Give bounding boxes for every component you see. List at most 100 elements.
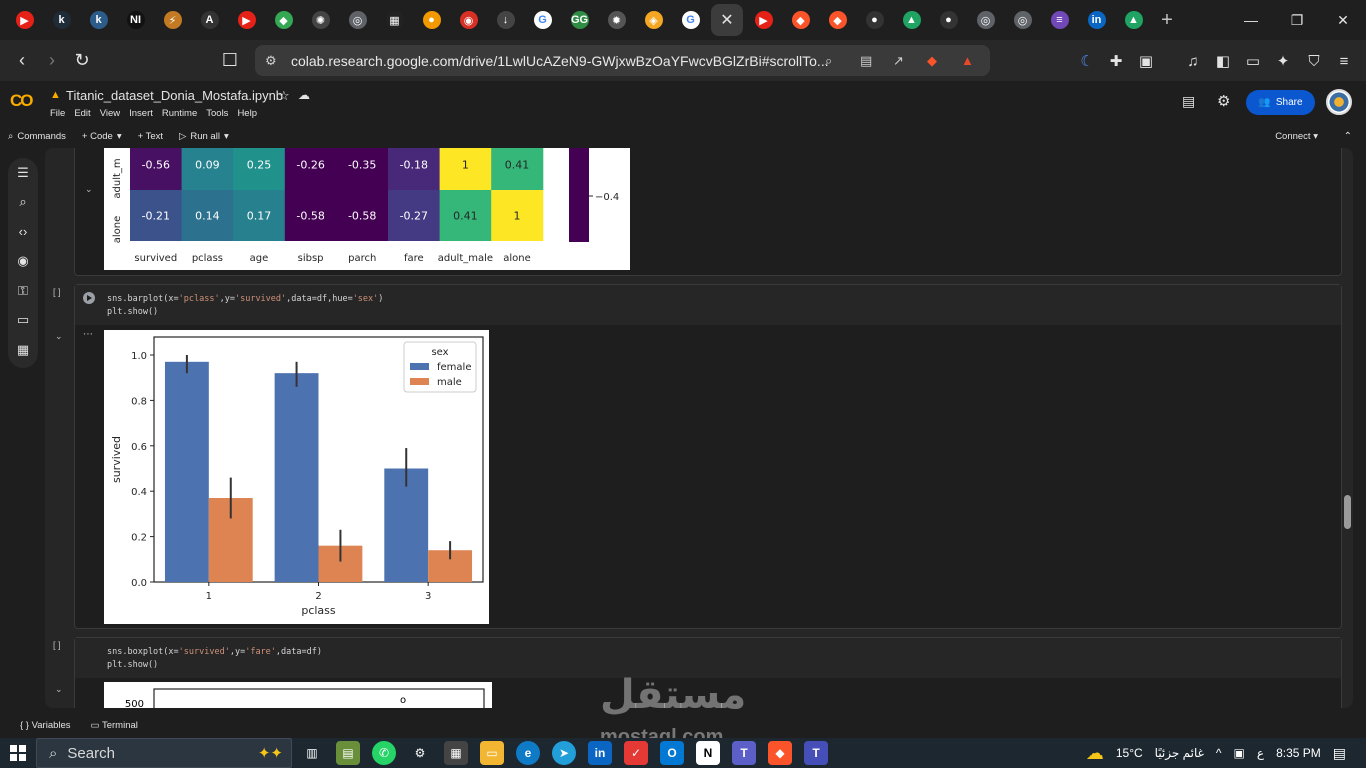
browser-tab[interactable]: k	[43, 4, 80, 36]
restore-button[interactable]: ❐	[1274, 0, 1320, 40]
code-snippets-icon[interactable]: ‹›	[8, 217, 38, 247]
browser-tab[interactable]: k	[80, 4, 117, 36]
sidebar-toggle-icon[interactable]: ◧	[1212, 50, 1234, 72]
browser-tab[interactable]: ✺	[302, 4, 339, 36]
browser-tab[interactable]: NI	[117, 4, 154, 36]
toc-icon[interactable]: ☰	[8, 158, 38, 188]
forward-icon[interactable]: ›	[37, 46, 67, 76]
star-icon[interactable]: ☆	[278, 88, 290, 104]
secrets-eye-icon[interactable]: ◉	[8, 247, 38, 277]
screenshot-icon[interactable]: ▣	[1135, 50, 1157, 72]
browser-tab[interactable]: ◎	[339, 4, 376, 36]
collapse-output-icon[interactable]: ⌄	[85, 184, 93, 195]
language-indicator[interactable]: ع	[1257, 746, 1264, 760]
colab-logo[interactable]: CO	[10, 91, 38, 111]
back-icon[interactable]: ‹	[7, 46, 37, 76]
reader-icon[interactable]: ▤	[860, 53, 872, 69]
avatar[interactable]	[1326, 89, 1352, 115]
telegram-icon[interactable]: ➤	[552, 741, 576, 765]
run-all-button[interactable]: ▷ Run all ▾	[179, 131, 229, 142]
variables-table-icon[interactable]: ▦	[8, 335, 38, 365]
output-actions-icon[interactable]: ⋯	[83, 329, 93, 340]
browser-tab[interactable]: ▦	[376, 4, 413, 36]
collapse-toolbar-icon[interactable]: ⌃	[1344, 131, 1352, 142]
brave-shield-icon[interactable]: ◆	[927, 53, 937, 69]
chevron-down-icon[interactable]: ▾	[117, 131, 122, 142]
notion-icon[interactable]: N	[696, 741, 720, 765]
commands-button[interactable]: ⌕ Commands	[8, 131, 66, 142]
address-bar[interactable]: ⚙ colab.research.google.com/drive/1LwlUc…	[255, 45, 990, 76]
files-folder-icon[interactable]: ▭	[8, 306, 38, 336]
teams-icon[interactable]: T	[732, 741, 756, 765]
chevron-down-icon[interactable]: ▾	[224, 131, 229, 142]
variables-button[interactable]: { } Variables	[20, 720, 71, 731]
bookmark-icon[interactable]: ☐	[215, 46, 245, 76]
browser-tab[interactable]: ◈	[635, 4, 672, 36]
settings-gear-icon[interactable]: ⚙	[1217, 92, 1230, 110]
notebook-title[interactable]: Titanic_dataset_Donia_Mostafa.ipynb	[66, 88, 283, 103]
menu-item-file[interactable]: File	[50, 108, 65, 119]
notepad-icon[interactable]: ▤	[336, 741, 360, 765]
browser-tab[interactable]: GG	[561, 4, 598, 36]
tray-chevron-icon[interactable]: ^	[1216, 746, 1222, 760]
task-view-icon[interactable]: ▥	[300, 741, 324, 765]
browser-tab[interactable]: ◆	[265, 4, 302, 36]
scrollbar-thumb[interactable]	[1344, 495, 1351, 529]
menu-item-view[interactable]: View	[100, 108, 120, 119]
run-cell-button[interactable]	[83, 292, 95, 304]
barplot-code-cell[interactable]: sns.barplot(x='pclass',y='survived',data…	[55, 284, 1342, 629]
weather-temp[interactable]: 15°C	[1116, 746, 1143, 760]
browser-tab[interactable]: G	[672, 4, 709, 36]
close-window-button[interactable]: ✕	[1320, 0, 1366, 40]
site-info-icon[interactable]: ⚙	[265, 53, 277, 69]
code-editor[interactable]: sns.barplot(x='pclass',y='survived',data…	[75, 285, 1341, 325]
menu-item-edit[interactable]: Edit	[74, 108, 90, 119]
browser-tab[interactable]: ●	[413, 4, 450, 36]
wallet-icon[interactable]: ▭	[1242, 50, 1264, 72]
connect-button[interactable]: Connect ▾	[1275, 131, 1318, 142]
notifications-icon[interactable]: ▤	[1333, 745, 1346, 762]
browser-tab[interactable]: ◆	[782, 4, 819, 36]
outlook-icon[interactable]: O	[660, 741, 684, 765]
collapse-output-icon[interactable]: ⌄	[55, 331, 63, 342]
taskbar-search-box[interactable]: ⌕ Search ✦✦	[36, 738, 292, 768]
vpn-icon[interactable]: ⛉	[1303, 50, 1325, 72]
reload-icon[interactable]: ↻	[67, 46, 97, 76]
add-code-button[interactable]: + Code ▾	[82, 131, 122, 142]
add-text-button[interactable]: + Text	[138, 131, 163, 142]
collapse-output-icon[interactable]: ⌄	[55, 684, 63, 695]
new-tab-button[interactable]: +	[1152, 9, 1182, 32]
network-icon[interactable]: ▣	[1234, 746, 1245, 760]
browser-tab[interactable]: ●	[856, 4, 893, 36]
brave-taskbar-icon[interactable]: ◆	[768, 741, 792, 765]
browser-tab[interactable]: ↓	[487, 4, 524, 36]
comments-icon[interactable]: ▤	[1182, 93, 1195, 110]
share-page-icon[interactable]: ↗	[893, 53, 904, 69]
close-tab-icon[interactable]: ✕	[720, 10, 733, 30]
browser-menu-icon[interactable]: ≡	[1333, 50, 1355, 72]
browser-tab[interactable]: ◎	[1004, 4, 1041, 36]
whatsapp-icon[interactable]: ✆	[372, 741, 396, 765]
browser-tab[interactable]: ◎	[967, 4, 1004, 36]
calculator-icon[interactable]: ▦	[444, 741, 468, 765]
todo-icon[interactable]: ✓	[624, 741, 648, 765]
browser-tab[interactable]: ▶	[228, 4, 265, 36]
browser-tab[interactable]: ✹	[598, 4, 635, 36]
menu-item-tools[interactable]: Tools	[206, 108, 228, 119]
weather-icon[interactable]: ☁	[1086, 743, 1104, 764]
menu-item-runtime[interactable]: Runtime	[162, 108, 197, 119]
linkedin-icon[interactable]: in	[588, 741, 612, 765]
clock[interactable]: 8:35 PM	[1276, 746, 1321, 760]
edge-icon[interactable]: e	[516, 741, 540, 765]
browser-tab[interactable]: ●	[930, 4, 967, 36]
music-icon[interactable]: ♫	[1182, 50, 1204, 72]
browser-tab[interactable]: ▲	[893, 4, 930, 36]
browser-tab[interactable]: ▲	[1115, 4, 1152, 36]
active-tab[interactable]: ✕	[711, 4, 743, 36]
zoom-search-icon[interactable]: ⌕	[825, 53, 832, 69]
find-replace-icon[interactable]: ⌕	[8, 188, 38, 218]
browser-tab[interactable]: A	[191, 4, 228, 36]
browser-tab[interactable]: ▶	[6, 4, 43, 36]
key-icon[interactable]: ⚿	[8, 276, 38, 306]
share-button[interactable]: 👥 Share	[1246, 90, 1315, 115]
